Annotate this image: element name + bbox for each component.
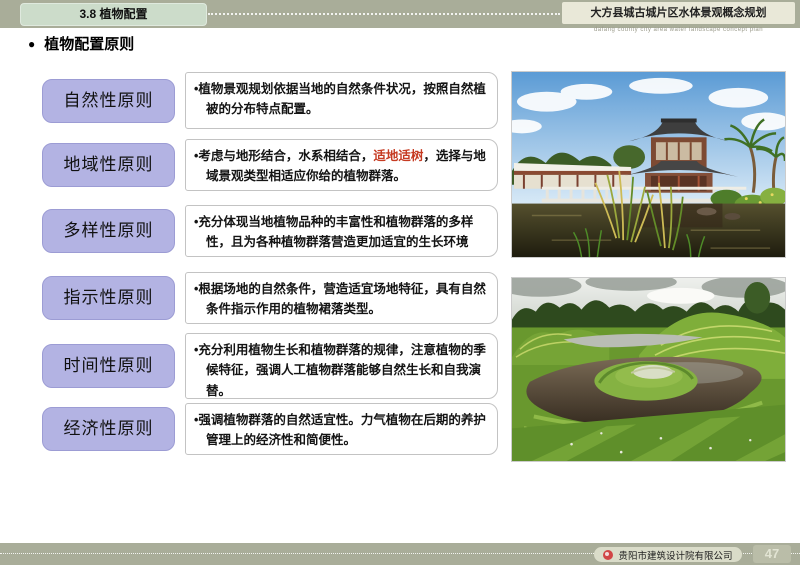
principle-row: 指示性原则 •根据场地的自然条件，营造适宜场地特征，具有自然条件指示作用的植物裙… <box>42 272 498 324</box>
principle-label-temporal: 时间性原则 <box>42 344 175 388</box>
principle-label-diversity: 多样性原则 <box>42 209 175 253</box>
slide-page: 3.8 植物配置 大方县城古城片区水体景观概念规划 dafang county … <box>0 0 800 565</box>
principle-label-regional: 地域性原则 <box>42 143 175 187</box>
principle-row: 时间性原则 •充分利用植物生长和植物群落的规律，注意植物的季候特征，强调人工植物… <box>42 333 498 399</box>
project-title: 大方县城古城片区水体景观概念规划 <box>562 2 795 24</box>
project-title-english: dafang county city area water landscape … <box>562 27 795 33</box>
principle-textbox: •考虑与地形结合，水系相结合，适地适树，选择与地域景观类型相适应你给的植物群落。 <box>185 139 498 191</box>
highlighted-phrase: 适地适树 <box>373 149 423 163</box>
header-dotted-divider <box>208 13 560 15</box>
principle-textbox: •植物景观规划依据当地的自然条件状况，按照自然植被的分布特点配置。 <box>185 72 498 129</box>
page-number: 47 <box>753 545 791 563</box>
landform-grass-garden-photo <box>511 277 786 462</box>
principle-label-natural: 自然性原则 <box>42 79 175 123</box>
principle-textbox: •根据场地的自然条件，营造适宜场地特征，具有自然条件指示作用的植物裙落类型。 <box>185 272 498 324</box>
page-title: ● 植物配置原则 <box>28 33 134 54</box>
principle-row: 地域性原则 •考虑与地形结合，水系相结合，适地适树，选择与地域景观类型相适应你给… <box>42 139 498 191</box>
principle-row: 经济性原则 •强调植物群落的自然适宜性。力气植物在后期的养护管理上的经济性和简便… <box>42 403 498 455</box>
bullet-circle-icon: ● <box>28 37 35 51</box>
footer-bar: 贵阳市建筑设计院有限公司 47 <box>0 543 800 565</box>
principle-textbox: •充分利用植物生长和植物群落的规律，注意植物的季候特征，强调人工植物群落能够自然… <box>185 333 498 399</box>
principle-text: •植物景观规划依据当地的自然条件状况，按照自然植被的分布特点配置。 <box>194 79 489 120</box>
company-badge: 贵阳市建筑设计院有限公司 <box>594 547 742 562</box>
chinese-garden-illustration <box>512 72 785 257</box>
principle-label-indicative: 指示性原则 <box>42 276 175 320</box>
principle-text: •充分体现当地植物品种的丰富性和植物群落的多样性，且为各种植物群落营造更加适宜的… <box>194 212 489 253</box>
principle-text: •强调植物群落的自然适宜性。力气植物在后期的养护管理上的经济性和简便性。 <box>194 410 489 451</box>
section-number-tab: 3.8 植物配置 <box>20 3 207 26</box>
chinese-garden-pavilion-photo <box>511 71 786 258</box>
principle-text: •根据场地的自然条件，营造适宜场地特征，具有自然条件指示作用的植物裙落类型。 <box>194 279 489 320</box>
principle-textbox: •充分体现当地植物品种的丰富性和植物群落的多样性，且为各种植物群落营造更加适宜的… <box>185 205 498 257</box>
header-bar: 3.8 植物配置 大方县城古城片区水体景观概念规划 <box>0 0 800 28</box>
company-name: 贵阳市建筑设计院有限公司 <box>618 548 732 562</box>
principle-text: •充分利用植物生长和植物群落的规律，注意植物的季候特征，强调人工植物群落能够自然… <box>194 340 489 401</box>
page-title-text: 植物配置原则 <box>44 36 134 53</box>
principle-row: 多样性原则 •充分体现当地植物品种的丰富性和植物群落的多样性，且为各种植物群落营… <box>42 205 498 257</box>
company-logo-icon <box>603 550 613 560</box>
principle-textbox: •强调植物群落的自然适宜性。力气植物在后期的养护管理上的经济性和简便性。 <box>185 403 498 455</box>
principle-label-economic: 经济性原则 <box>42 407 175 451</box>
principle-text: •考虑与地形结合，水系相结合，适地适树，选择与地域景观类型相适应你给的植物群落。 <box>194 146 489 187</box>
principle-row: 自然性原则 •植物景观规划依据当地的自然条件状况，按照自然植被的分布特点配置。 <box>42 72 498 129</box>
landform-garden-illustration <box>512 278 785 461</box>
